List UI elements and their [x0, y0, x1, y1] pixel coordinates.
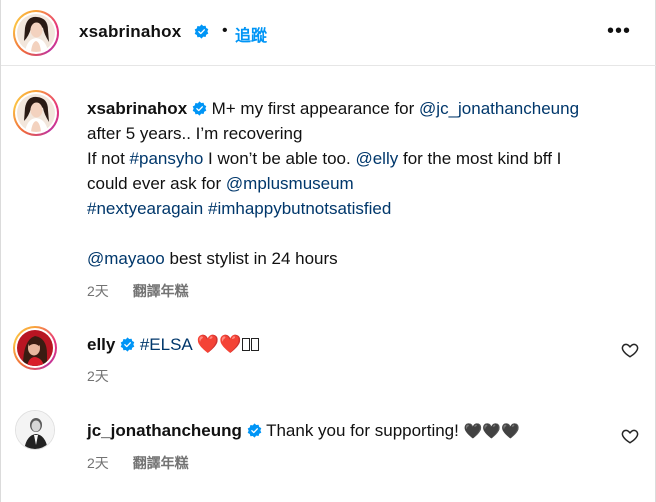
- mention-link[interactable]: @elly: [355, 149, 398, 168]
- header-username[interactable]: xsabrinahox: [79, 22, 181, 42]
- post-header: xsabrinahox • 追蹤 •••: [1, 0, 656, 66]
- mention-link[interactable]: @jc_jonathancheung: [419, 99, 579, 118]
- caption-line: after 5 years.. I’m recovering: [87, 124, 303, 143]
- comment-body: jc_jonathancheung Thank you for supporti…: [87, 421, 520, 441]
- unrendered-glyph: [251, 338, 260, 351]
- avatar-photo: [17, 94, 55, 132]
- caption-text: for the most kind bff I: [402, 149, 562, 168]
- post-comments-panel: xsabrinahox • 追蹤 ••• xsabrinahox M+ my f…: [0, 0, 656, 502]
- heart-emoji: ❤️❤️: [196, 334, 242, 354]
- translate-button[interactable]: 翻譯年糕: [133, 455, 189, 471]
- timestamp[interactable]: 2天: [87, 455, 109, 471]
- heart-outline-icon[interactable]: [621, 341, 639, 359]
- comment-username[interactable]: jc_jonathancheung: [87, 421, 242, 440]
- verified-badge-icon: [120, 335, 135, 354]
- caption-text: best stylist in 24 hours: [169, 249, 338, 268]
- caption-line: If not #pansyho I won’t be able too. @el…: [87, 146, 647, 171]
- comment-meta: 2天 翻譯年糕: [87, 453, 189, 473]
- avatar-photo: [17, 330, 53, 366]
- mention-link[interactable]: @mplusmuseum: [226, 174, 354, 193]
- caption-line: could ever ask for @mplusmuseum: [87, 171, 647, 196]
- caption-line: xsabrinahox M+ my first appearance for @…: [87, 96, 647, 121]
- unrendered-glyph: [242, 338, 251, 351]
- comment-username[interactable]: elly: [87, 335, 115, 354]
- more-options-icon[interactable]: •••: [607, 20, 631, 43]
- post-caption: xsabrinahox M+ my first appearance for @…: [87, 96, 647, 271]
- verified-badge-icon: [194, 24, 209, 42]
- translate-button[interactable]: 翻譯年糕: [133, 283, 189, 299]
- caption-text: If not: [87, 149, 125, 168]
- hashtag-link[interactable]: #nextyearagain: [87, 199, 203, 218]
- hashtag-link[interactable]: #pansyho: [130, 149, 204, 168]
- separator-dot: •: [222, 22, 228, 39]
- caption-username[interactable]: xsabrinahox: [87, 99, 187, 118]
- mention-link[interactable]: @mayaoo: [87, 249, 165, 268]
- timestamp[interactable]: 2天: [87, 283, 109, 299]
- comment-avatar[interactable]: [15, 410, 55, 450]
- heart-outline-icon[interactable]: [621, 427, 639, 445]
- comment-meta: 2天: [87, 366, 109, 386]
- comment-text: Thank you for supporting!: [266, 421, 459, 440]
- avatar-photo: [17, 14, 55, 52]
- verified-badge-icon: [247, 421, 262, 440]
- caption-text: I won’t be able too.: [208, 149, 351, 168]
- comment-body: elly #ELSA ❤️❤️: [87, 334, 260, 355]
- header-avatar[interactable]: [13, 10, 59, 56]
- hashtag-link[interactable]: #imhappybutnotsatisfied: [208, 199, 391, 218]
- caption-line: #nextyearagain #imhappybutnotsatisfied: [87, 196, 647, 221]
- caption-avatar[interactable]: [13, 90, 59, 136]
- hashtag-link[interactable]: #ELSA: [140, 335, 192, 354]
- caption-text: could ever ask for: [87, 174, 222, 193]
- verified-badge-icon: [192, 99, 207, 118]
- caption-meta: 2天 翻譯年糕: [87, 281, 189, 301]
- heart-emoji: 🖤🖤🖤: [463, 423, 520, 440]
- follow-button[interactable]: 追蹤: [235, 22, 267, 46]
- caption-text: M+ my first appearance for: [211, 99, 415, 118]
- caption-line: @mayaoo best stylist in 24 hours: [87, 246, 647, 271]
- timestamp[interactable]: 2天: [87, 368, 109, 384]
- comment-avatar[interactable]: [13, 326, 57, 370]
